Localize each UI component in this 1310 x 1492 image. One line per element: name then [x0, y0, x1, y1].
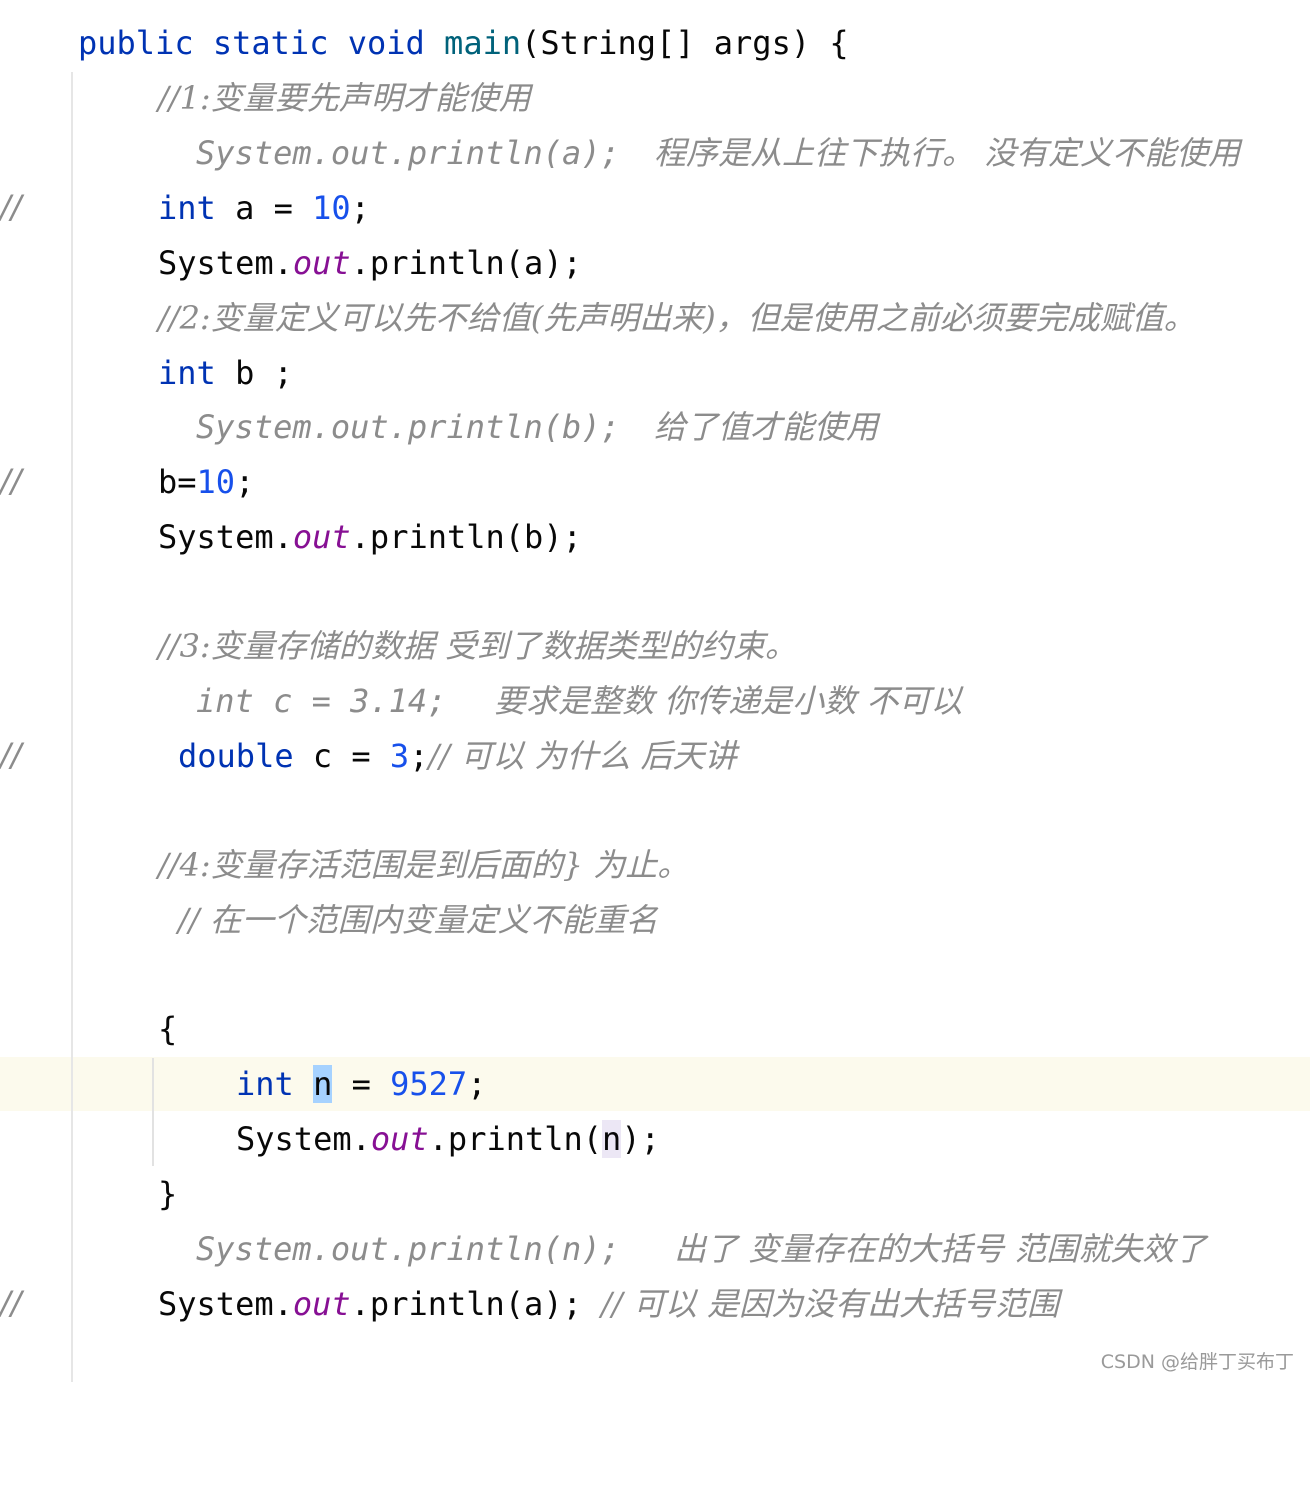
comment-text: 程序是从上往下执行。 没有定义不能使用 — [654, 134, 1241, 172]
assignment: a = — [215, 189, 313, 227]
comment-text: 给了值才能使用 — [654, 408, 879, 446]
commented-code: System.out.println(b); — [196, 408, 620, 446]
class-ref: System. — [158, 518, 293, 556]
trailing-comment: // 可以 是因为没有出大括号范围 — [601, 1285, 1060, 1323]
keyword-int: int — [158, 189, 216, 227]
keyword-public: public — [78, 24, 194, 62]
code-line-int-n[interactable]: int n = 9527; — [0, 1057, 486, 1111]
comment-line-2[interactable]: //2:变量定义可以先不给值(先声明出来)，但是使用之前必须要完成赋值。 — [0, 291, 1196, 345]
variable-usage-n: n — [602, 1120, 622, 1158]
code-line-print-a-final[interactable]: System.out.println(a); // 可以 是因为没有出大括号范围 — [0, 1277, 1059, 1331]
keyword-static: static — [212, 24, 329, 62]
code-line-method-signature[interactable]: public static void main(String[] args) { — [0, 16, 849, 70]
method-name: main — [444, 24, 522, 62]
code-editor[interactable]: public static void main(String[] args) {… — [0, 0, 1310, 1382]
number-literal: 3 — [389, 737, 410, 775]
commented-code-line-a[interactable]: // System.out.println(a); 程序是从上往下执行。 没有定… — [0, 126, 1240, 226]
method-call: .println( — [428, 1120, 603, 1158]
declaration: b ; — [215, 354, 293, 392]
class-ref: System. — [158, 244, 293, 282]
static-field: out — [292, 1285, 351, 1323]
code-line-block-close[interactable]: } — [0, 1167, 177, 1221]
comment-text: //4:变量存活范围是到后面的} 为止。 — [158, 846, 690, 884]
keyword-void: void — [347, 24, 425, 62]
semicolon: ; — [235, 463, 255, 501]
comment-line-3[interactable]: //3:变量存储的数据 受到了数据类型的约束。 — [0, 619, 797, 673]
code-line-print-b[interactable]: System.out.println(b); — [0, 510, 582, 564]
method-params: (String[] args) { — [521, 24, 849, 62]
commented-code: System.out.println(n); — [196, 1230, 620, 1268]
static-field: out — [292, 244, 351, 282]
comment-text: 要求是整数 你传递是小数 不可以 — [494, 682, 963, 720]
call-end: ); — [621, 1120, 660, 1158]
code-line-print-a[interactable]: System.out.println(a); — [0, 236, 582, 290]
keyword-double: double — [178, 737, 294, 775]
number-literal: 10 — [196, 463, 236, 501]
code-line-int-b[interactable]: int b ; — [0, 346, 293, 400]
comment-line-4[interactable]: //4:变量存活范围是到后面的} 为止。 — [0, 838, 689, 892]
comment-text: //1:变量要先声明才能使用 — [158, 79, 531, 117]
assignment: = — [332, 1065, 391, 1103]
commented-code: System.out.println(a); — [196, 134, 620, 172]
code-line-int-a[interactable]: int a = 10; — [0, 181, 370, 235]
assignment: b= — [158, 463, 197, 501]
code-line-assign-b[interactable]: b=10; — [0, 455, 254, 509]
comment-line-5[interactable]: // 在一个范围内变量定义不能重名 — [0, 893, 658, 947]
number-literal: 10 — [312, 189, 351, 227]
assignment: c = — [293, 737, 390, 775]
comment-text: //2:变量定义可以先不给值(先声明出来)，但是使用之前必须要完成赋值。 — [158, 299, 1196, 337]
commented-code-line-c[interactable]: // int c = 3.14; 要求是整数 你传递是小数 不可以 — [0, 674, 962, 774]
comment-text: //3:变量存储的数据 受到了数据类型的约束。 — [158, 627, 797, 665]
keyword-int: int — [158, 354, 216, 392]
code-line-print-n[interactable]: System.out.println(n); — [0, 1112, 660, 1166]
watermark: CSDN @给胖丁买布丁 — [1100, 1351, 1294, 1373]
commented-code-line-b[interactable]: // System.out.println(b); 给了值才能使用 — [0, 400, 878, 500]
caret-variable-n[interactable]: n — [313, 1065, 333, 1103]
commented-code: int c = 3.14; — [196, 682, 447, 720]
semicolon: ; — [350, 189, 370, 227]
comment-line-1[interactable]: //1:变量要先声明才能使用 — [0, 71, 531, 125]
open-brace: { — [158, 1010, 178, 1048]
semicolon: ; — [409, 737, 429, 775]
method-call: .println(a); — [350, 244, 582, 282]
keyword-int: int — [236, 1065, 294, 1103]
semicolon: ; — [467, 1065, 487, 1103]
method-call: .println(a); — [350, 1285, 582, 1323]
method-call: .println(b); — [350, 518, 582, 556]
close-brace: } — [158, 1175, 178, 1213]
commented-code-line-n[interactable]: // System.out.println(n); 出了 变量存在的大括号 范围… — [0, 1222, 1206, 1322]
current-line-highlight — [0, 1057, 1310, 1111]
code-line-block-open[interactable]: { — [0, 1002, 177, 1056]
comment-text: 出了 变量存在的大括号 范围就失效了 — [674, 1230, 1207, 1268]
trailing-comment: // 可以 为什么 后天讲 — [428, 737, 737, 775]
class-ref: System. — [236, 1120, 371, 1158]
code-line-double-c[interactable]: double c = 3;// 可以 为什么 后天讲 — [0, 729, 737, 783]
comment-text: // 在一个范围内变量定义不能重名 — [178, 901, 658, 939]
static-field: out — [292, 518, 351, 556]
block-indent-guide — [152, 1058, 154, 1166]
number-literal: 9527 — [390, 1065, 468, 1103]
class-ref: System. — [158, 1285, 293, 1323]
static-field: out — [370, 1120, 429, 1158]
